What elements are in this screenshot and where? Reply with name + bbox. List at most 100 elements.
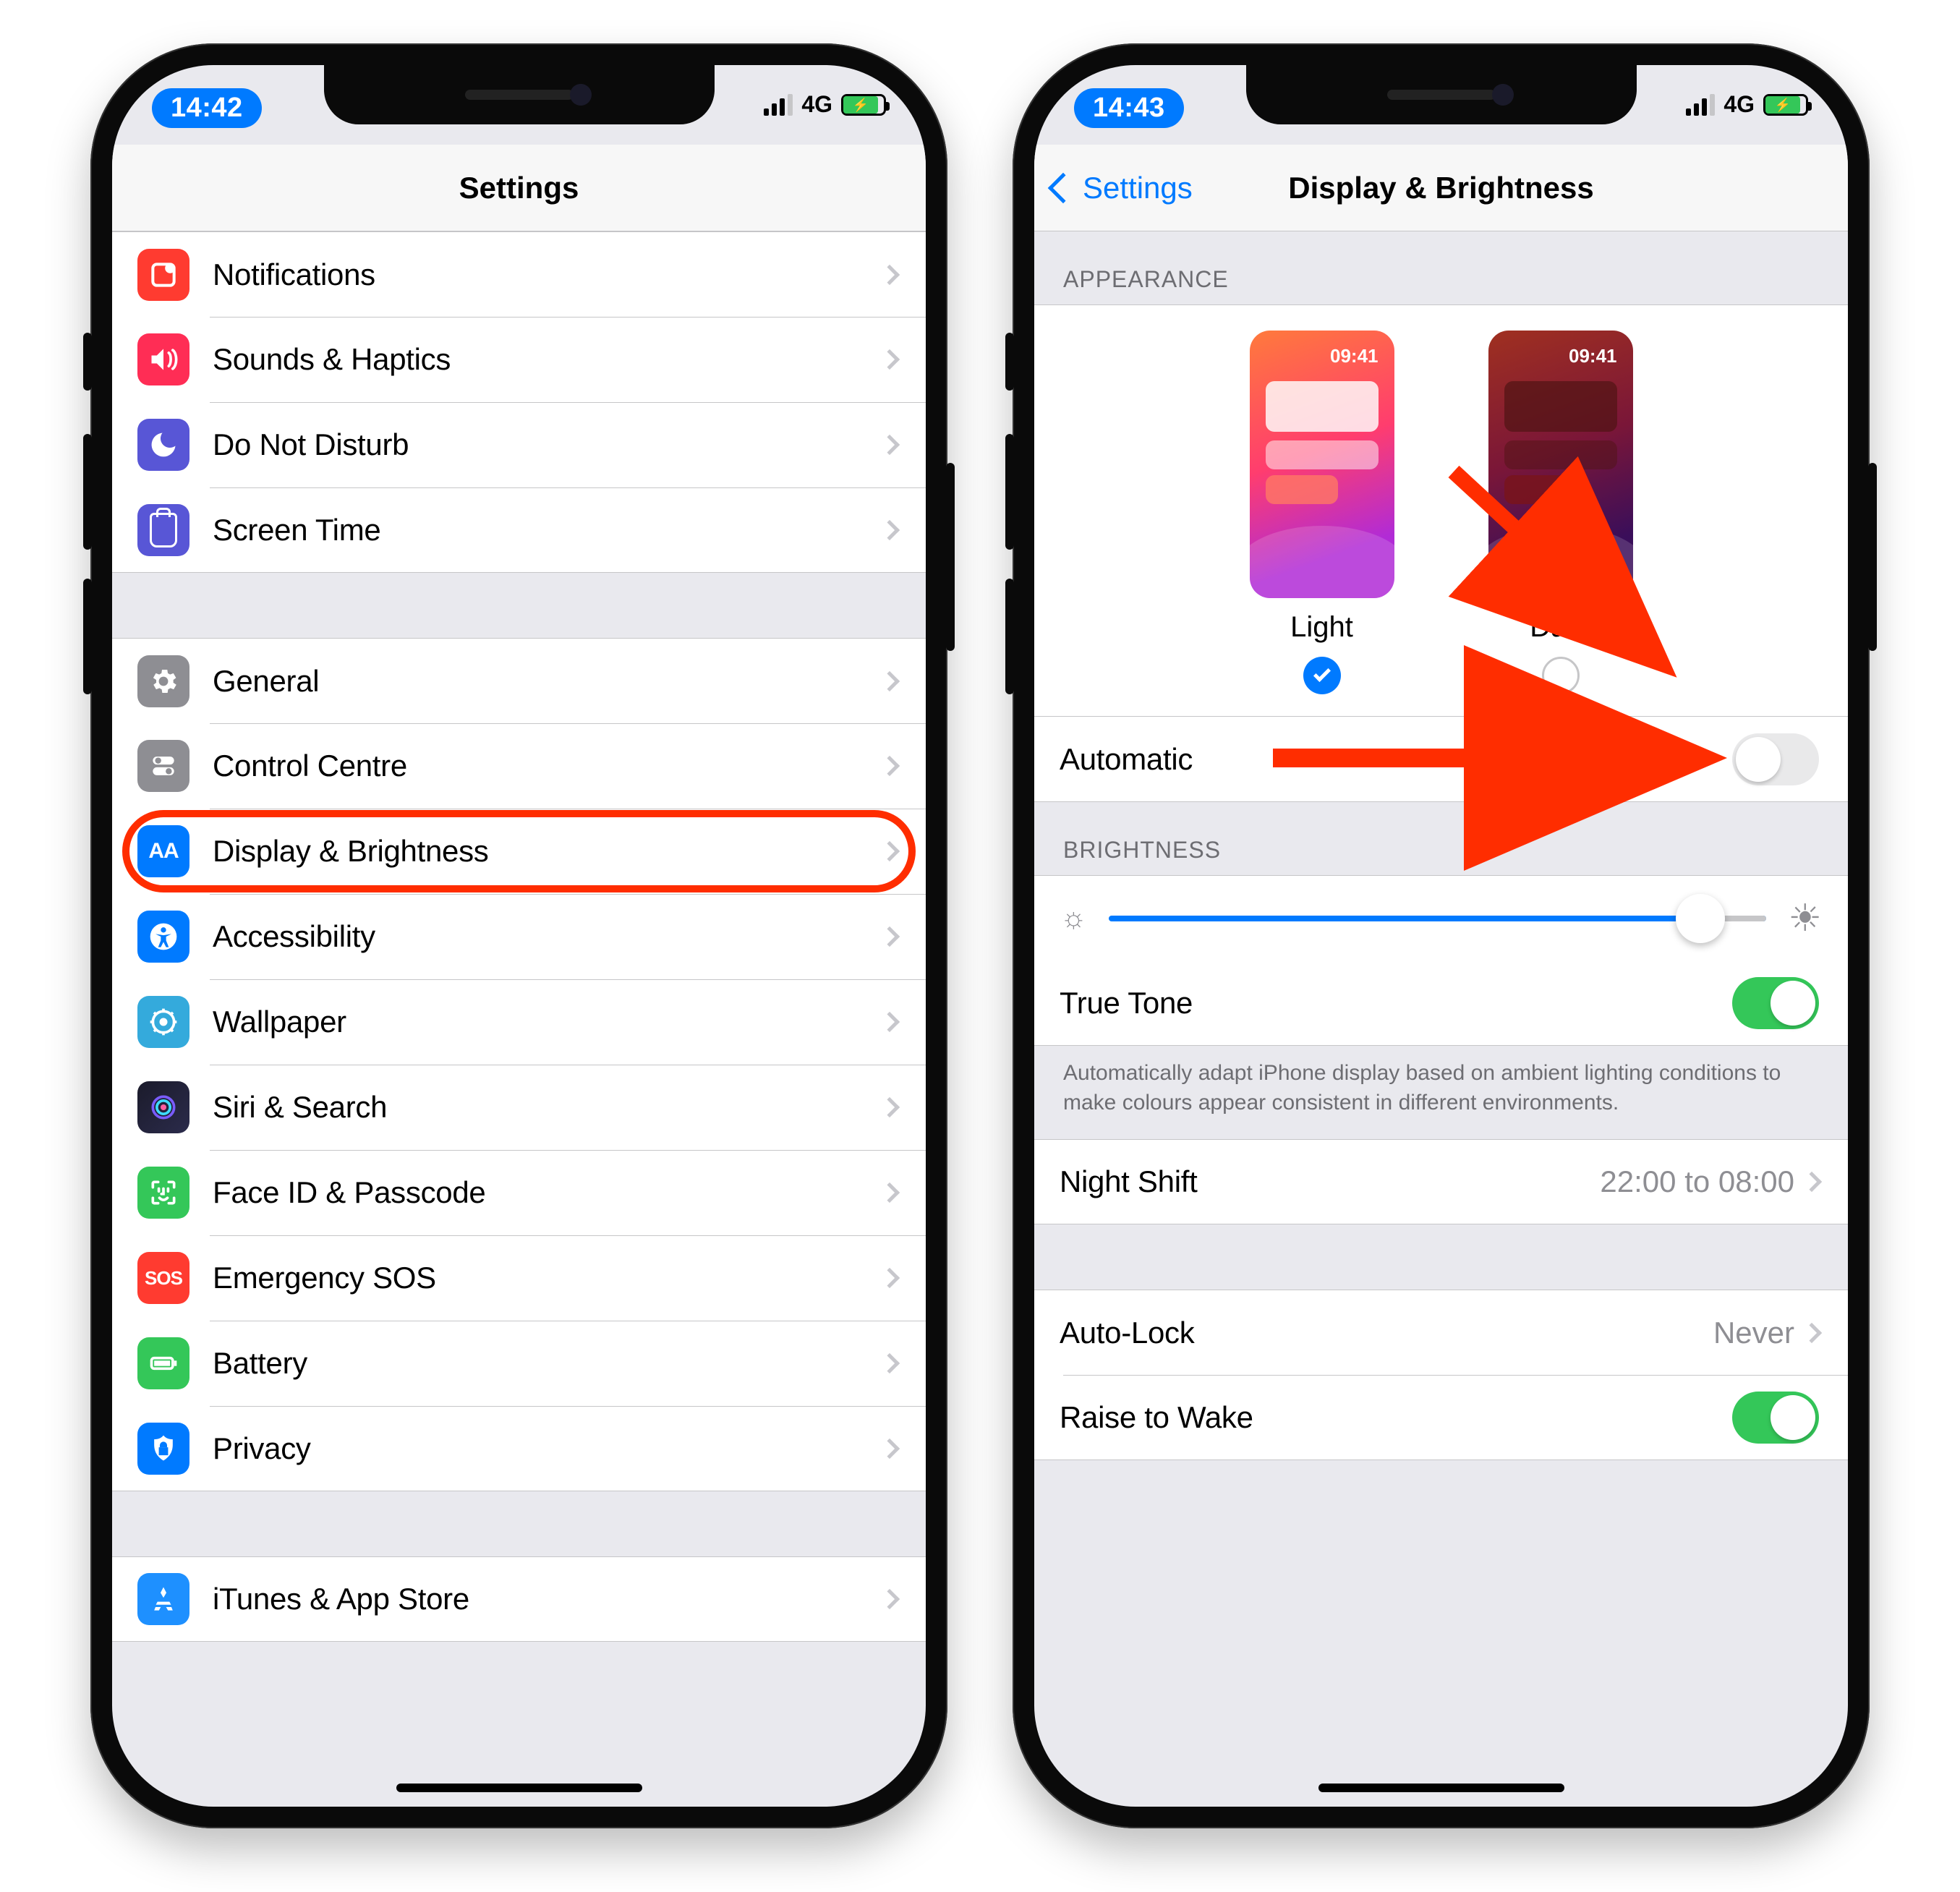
automatic-label: Automatic bbox=[1060, 742, 1732, 777]
notch bbox=[1246, 65, 1637, 124]
row-label: iTunes & App Store bbox=[213, 1582, 882, 1616]
group-separator bbox=[112, 573, 926, 638]
row-label: Control Centre bbox=[213, 749, 882, 783]
truetone-toggle[interactable] bbox=[1732, 977, 1819, 1029]
nav-title: Display & Brightness bbox=[1288, 171, 1593, 205]
brightness-slider[interactable] bbox=[1109, 916, 1767, 921]
general-icon bbox=[137, 655, 189, 707]
home-indicator[interactable] bbox=[396, 1784, 642, 1792]
device-right: 14:43 4G ⚡ Settings Display & Brightness… bbox=[1013, 43, 1870, 1828]
preview-time: 09:41 bbox=[1569, 345, 1617, 367]
dark-radio-unchecked[interactable] bbox=[1542, 657, 1580, 694]
night-shift-row[interactable]: Night Shift 22:00 to 08:00 bbox=[1034, 1139, 1848, 1224]
chevron-right-icon bbox=[879, 670, 900, 691]
settings-row-dnd[interactable]: Do Not Disturb bbox=[112, 402, 926, 487]
faceid-icon bbox=[137, 1167, 189, 1219]
chevron-right-icon bbox=[879, 1012, 900, 1032]
chevron-right-icon bbox=[879, 926, 900, 947]
row-label: Wallpaper bbox=[213, 1005, 882, 1039]
battery-icon bbox=[137, 1337, 189, 1389]
settings-row-battery[interactable]: Battery bbox=[112, 1321, 926, 1406]
automatic-toggle[interactable] bbox=[1732, 733, 1819, 785]
device-left: 14:42 4G ⚡ Settings Notifications Sounds … bbox=[90, 43, 947, 1828]
auto-lock-row[interactable]: Auto-Lock Never bbox=[1034, 1290, 1848, 1375]
siri-icon bbox=[137, 1081, 189, 1133]
screen-left: 14:42 4G ⚡ Settings Notifications Sounds … bbox=[112, 65, 926, 1807]
row-label: Notifications bbox=[213, 257, 882, 292]
battery-icon: ⚡ bbox=[1763, 94, 1808, 116]
settings-row-accessibility[interactable]: Accessibility bbox=[112, 894, 926, 979]
back-label: Settings bbox=[1083, 171, 1193, 205]
chevron-right-icon bbox=[879, 1097, 900, 1117]
sun-dim-icon: ☼ bbox=[1060, 902, 1087, 934]
dark-label: Dark bbox=[1530, 611, 1590, 644]
chevron-right-icon bbox=[879, 264, 900, 284]
appearance-header: APPEARANCE bbox=[1034, 231, 1848, 304]
home-indicator[interactable] bbox=[1318, 1784, 1564, 1792]
display-settings[interactable]: APPEARANCE 09:41 Light bbox=[1034, 231, 1848, 1807]
chevron-right-icon bbox=[879, 1268, 900, 1288]
night-shift-label: Night Shift bbox=[1060, 1164, 1600, 1199]
settings-row-sounds[interactable]: Sounds & Haptics bbox=[112, 317, 926, 402]
raise-to-wake-label: Raise to Wake bbox=[1060, 1400, 1732, 1435]
chevron-right-icon bbox=[879, 349, 900, 370]
group-separator bbox=[112, 1491, 926, 1556]
status-right: 4G ⚡ bbox=[1686, 88, 1808, 118]
row-label: Privacy bbox=[213, 1431, 882, 1466]
appearance-dark-option[interactable]: 09:41 Dark bbox=[1488, 331, 1633, 694]
brightness-slider-row: ☼ ☀ bbox=[1034, 875, 1848, 960]
settings-row-screen-time[interactable]: Screen Time bbox=[112, 487, 926, 573]
settings-row-wallpaper[interactable]: Wallpaper bbox=[112, 979, 926, 1065]
signal-icon bbox=[1686, 94, 1715, 116]
nav-title: Settings bbox=[459, 171, 579, 205]
wall-icon bbox=[137, 996, 189, 1048]
settings-row-appstore[interactable]: iTunes & App Store bbox=[112, 1556, 926, 1642]
back-button[interactable]: Settings bbox=[1052, 171, 1193, 205]
display-icon: AA bbox=[137, 825, 189, 877]
settings-list[interactable]: Notifications Sounds & Haptics Do Not Dist… bbox=[112, 231, 926, 1807]
sound-icon bbox=[137, 333, 189, 385]
truetone-footer: Automatically adapt iPhone display based… bbox=[1034, 1046, 1848, 1139]
row-label: Do Not Disturb bbox=[213, 427, 882, 462]
settings-row-sos[interactable]: SOSEmergency SOS bbox=[112, 1235, 926, 1321]
settings-row-notifications[interactable]: Notifications bbox=[112, 231, 926, 317]
sun-bright-icon: ☀ bbox=[1788, 897, 1822, 940]
dark-preview-thumb: 09:41 bbox=[1488, 331, 1633, 598]
notif-icon bbox=[137, 249, 189, 301]
auto-lock-value: Never bbox=[1713, 1316, 1794, 1350]
notch bbox=[324, 65, 715, 124]
settings-row-faceid[interactable]: Face ID & Passcode bbox=[112, 1150, 926, 1235]
slider-knob[interactable] bbox=[1676, 894, 1725, 943]
settings-row-general[interactable]: General bbox=[112, 638, 926, 723]
row-label: Screen Time bbox=[213, 513, 882, 547]
light-label: Light bbox=[1290, 611, 1353, 644]
truetone-label: True Tone bbox=[1060, 986, 1732, 1020]
nav-bar: Settings bbox=[112, 145, 926, 231]
signal-icon bbox=[764, 94, 793, 116]
row-label: Battery bbox=[213, 1346, 882, 1381]
settings-row-privacy[interactable]: Privacy bbox=[112, 1406, 926, 1491]
status-right: 4G ⚡ bbox=[764, 88, 886, 118]
raise-to-wake-row: Raise to Wake bbox=[1034, 1375, 1848, 1460]
row-label: Face ID & Passcode bbox=[213, 1175, 882, 1210]
settings-row-control-centre[interactable]: Control Centre bbox=[112, 723, 926, 809]
chevron-right-icon bbox=[879, 841, 900, 861]
screenshot-pair: 14:42 4G ⚡ Settings Notifications Sounds … bbox=[36, 43, 1924, 1828]
light-radio-checked[interactable] bbox=[1303, 657, 1341, 694]
settings-row-siri[interactable]: Siri & Search bbox=[112, 1065, 926, 1150]
settings-row-display[interactable]: AADisplay & Brightness bbox=[112, 809, 926, 894]
appearance-light-option[interactable]: 09:41 Light bbox=[1250, 331, 1394, 694]
appearance-section: 09:41 Light 09:41 Dark bbox=[1034, 304, 1848, 802]
row-label: Accessibility bbox=[213, 919, 882, 954]
chevron-right-icon bbox=[879, 1353, 900, 1373]
network-type: 4G bbox=[1723, 91, 1755, 118]
screentime-icon bbox=[137, 504, 189, 556]
brightness-header: BRIGHTNESS bbox=[1034, 802, 1848, 875]
appstore-icon bbox=[137, 1573, 189, 1625]
raise-to-wake-toggle[interactable] bbox=[1732, 1392, 1819, 1444]
row-label: Sounds & Haptics bbox=[213, 342, 882, 377]
chevron-right-icon bbox=[879, 519, 900, 540]
status-time: 14:42 bbox=[152, 88, 262, 128]
auto-lock-label: Auto-Lock bbox=[1060, 1316, 1713, 1350]
chevron-right-icon bbox=[879, 435, 900, 455]
